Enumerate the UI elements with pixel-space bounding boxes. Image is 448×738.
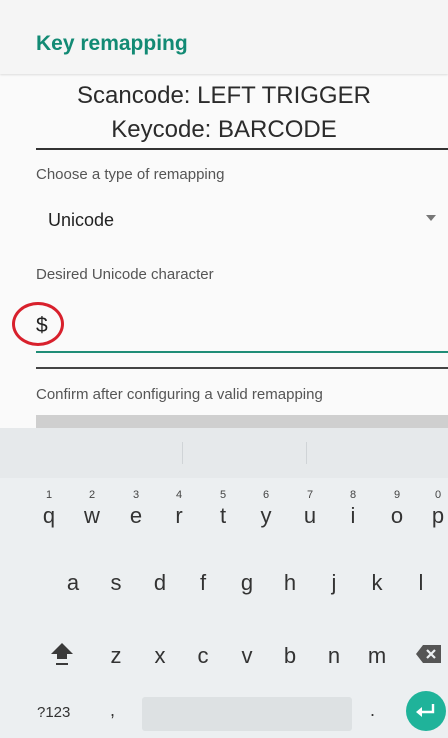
- key-label: l: [418, 570, 424, 595]
- period-key[interactable]: .: [370, 700, 375, 721]
- key-number-hint: 3: [132, 489, 140, 501]
- key-a[interactable]: a: [55, 570, 91, 596]
- key-number-hint: 8: [349, 489, 357, 501]
- key-s[interactable]: s: [98, 570, 134, 596]
- key-label: e: [129, 503, 143, 528]
- divider: [36, 367, 448, 369]
- key-k[interactable]: k: [359, 570, 395, 596]
- key-u[interactable]: 7u: [292, 489, 328, 529]
- key-label: q: [42, 503, 56, 528]
- key-label: z: [110, 643, 122, 668]
- suggestion-strip: [0, 428, 448, 478]
- key-r[interactable]: 4r: [161, 489, 197, 529]
- key-label: k: [371, 570, 383, 595]
- input-underline: [36, 351, 448, 353]
- key-q[interactable]: 1q: [31, 489, 67, 529]
- key-p[interactable]: 0p: [420, 489, 448, 529]
- remap-type-label: Choose a type of remapping: [36, 166, 225, 183]
- key-label: v: [241, 643, 253, 668]
- key-label: w: [84, 503, 100, 528]
- key-number-hint: 0: [434, 489, 442, 501]
- confirm-button[interactable]: [36, 415, 448, 429]
- key-label: m: [367, 643, 387, 668]
- key-label: a: [66, 570, 80, 595]
- key-number-hint: 1: [45, 489, 53, 501]
- key-o[interactable]: 9o: [379, 489, 415, 529]
- key-n[interactable]: n: [316, 643, 352, 669]
- unicode-input[interactable]: $: [36, 300, 448, 356]
- key-label: r: [175, 503, 183, 528]
- key-label: i: [350, 503, 356, 528]
- key-label: t: [219, 503, 227, 528]
- key-number-hint: 9: [393, 489, 401, 501]
- key-label: f: [199, 570, 207, 595]
- key-label: s: [110, 570, 122, 595]
- remap-type-dropdown[interactable]: Unicode: [36, 200, 448, 238]
- key-t[interactable]: 5t: [205, 489, 241, 529]
- key-label: o: [390, 503, 404, 528]
- key-label: u: [303, 503, 317, 528]
- key-e[interactable]: 3e: [118, 489, 154, 529]
- key-label: x: [154, 643, 166, 668]
- suggestion-divider: [182, 442, 183, 464]
- symbols-key[interactable]: ?123: [37, 704, 70, 721]
- key-j[interactable]: j: [316, 570, 352, 596]
- shift-icon: [51, 643, 73, 665]
- key-f[interactable]: f: [185, 570, 221, 596]
- key-b[interactable]: b: [272, 643, 308, 669]
- key-label: j: [331, 570, 337, 595]
- unicode-field-label: Desired Unicode character: [36, 266, 214, 283]
- key-z[interactable]: z: [98, 643, 134, 669]
- suggestion-divider: [306, 442, 307, 464]
- key-number-hint: 7: [306, 489, 314, 501]
- key-number-hint: 6: [262, 489, 270, 501]
- scancode-text: Scancode: LEFT TRIGGER: [77, 82, 371, 109]
- key-y[interactable]: 6y: [248, 489, 284, 529]
- key-g[interactable]: g: [229, 570, 265, 596]
- key-label: y: [260, 503, 272, 528]
- key-x[interactable]: x: [142, 643, 178, 669]
- key-label: n: [327, 643, 341, 668]
- key-h[interactable]: h: [272, 570, 308, 596]
- key-i[interactable]: 8i: [335, 489, 371, 529]
- key-c[interactable]: c: [185, 643, 221, 669]
- key-label: p: [431, 503, 445, 528]
- enter-icon: [416, 704, 435, 717]
- key-v[interactable]: v: [229, 643, 265, 669]
- chevron-down-icon: [426, 215, 436, 221]
- shift-key[interactable]: [48, 641, 76, 667]
- key-label: c: [197, 643, 209, 668]
- app-bar: Key remapping: [0, 0, 448, 74]
- keycode-text: Keycode: BARCODE: [111, 116, 337, 143]
- key-label: d: [153, 570, 167, 595]
- page-title: Key remapping: [36, 32, 188, 55]
- key-d[interactable]: d: [142, 570, 178, 596]
- backspace-key[interactable]: [415, 643, 443, 665]
- backspace-icon: [416, 645, 441, 663]
- enter-key[interactable]: [406, 691, 446, 731]
- highlight-circle: [12, 302, 64, 346]
- comma-key[interactable]: ,: [110, 700, 115, 721]
- key-label: b: [283, 643, 297, 668]
- key-number-hint: 4: [175, 489, 183, 501]
- confirm-text: Confirm after configuring a valid remapp…: [36, 386, 323, 403]
- remap-type-value: Unicode: [48, 210, 115, 230]
- key-remapping-screen: Key remapping Scancode: LEFT TRIGGER Key…: [0, 0, 448, 738]
- divider: [36, 148, 448, 150]
- space-key[interactable]: [142, 697, 352, 731]
- key-m[interactable]: m: [359, 643, 395, 669]
- key-label: h: [283, 570, 297, 595]
- key-l[interactable]: l: [403, 570, 439, 596]
- key-label: g: [240, 570, 254, 595]
- key-w[interactable]: 2w: [74, 489, 110, 529]
- key-number-hint: 2: [88, 489, 96, 501]
- key-number-hint: 5: [219, 489, 227, 501]
